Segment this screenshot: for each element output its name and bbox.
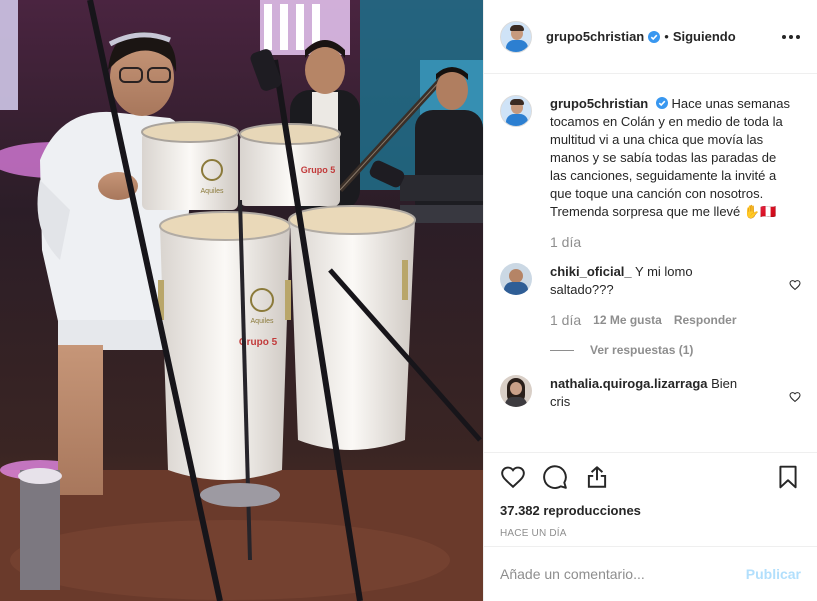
comment-username[interactable]: chiki_oficial_ <box>550 264 632 279</box>
post-panel: grupo5christian • Siguiendo grupo5christ… <box>483 0 817 601</box>
more-options-icon[interactable] <box>781 27 801 47</box>
comments-list[interactable]: grupo5christian Hace unas semanas tocamo… <box>484 75 817 452</box>
caption-verified-badge-icon <box>655 97 668 109</box>
post-video[interactable]: Aquiles Grupo 5 Aquiles Grupo 5 <box>0 0 483 601</box>
publish-button[interactable]: Publicar <box>746 566 801 582</box>
caption-avatar[interactable] <box>500 95 532 127</box>
logo-label: Grupo 5 <box>301 165 336 175</box>
like-comment-heart-icon[interactable] <box>789 279 801 291</box>
video-frame: Aquiles Grupo 5 Aquiles Grupo 5 <box>0 0 483 601</box>
author-avatar[interactable] <box>500 20 532 53</box>
view-replies-button[interactable]: Ver respuestas (1) <box>550 341 750 359</box>
view-replies-label: Ver respuestas (1) <box>590 343 694 357</box>
comment-username[interactable]: nathalia.quiroga.lizarraga <box>550 376 708 391</box>
comment-bubble-icon[interactable] <box>542 464 568 490</box>
save-bookmark-icon[interactable] <box>775 464 801 490</box>
following-button[interactable]: Siguiendo <box>673 29 736 44</box>
caption-username[interactable]: grupo5christian <box>550 96 648 111</box>
commenter-avatar[interactable] <box>500 263 532 295</box>
like-heart-icon[interactable] <box>500 464 526 490</box>
brand-label-front: Aquiles <box>251 318 274 325</box>
share-icon[interactable] <box>584 464 610 490</box>
caption-text: Hace unas semanas tocamos en Colán y en … <box>550 96 791 219</box>
commenter-avatar[interactable] <box>500 375 532 407</box>
author-username[interactable]: grupo5christian <box>546 29 644 44</box>
comment-item: nathalia.quiroga.lizarraga Bien cris <box>500 375 801 411</box>
caption: grupo5christian Hace unas semanas tocamo… <box>500 95 801 251</box>
caption-time[interactable]: 1 día <box>550 233 581 251</box>
comment-item: chiki_oficial_ Y mi lomo saltado??? 1 dí… <box>500 263 801 359</box>
post-timestamp[interactable]: Hace un día <box>500 528 801 539</box>
like-comment-heart-icon[interactable] <box>789 391 801 403</box>
add-comment-bar: Publicar <box>484 546 817 601</box>
verified-badge-icon <box>648 30 661 43</box>
views-count[interactable]: 37.382 reproducciones <box>500 503 801 518</box>
comment-likes[interactable]: 12 Me gusta <box>593 311 662 329</box>
brand-label: Aquiles <box>201 188 224 195</box>
comment-time[interactable]: 1 día <box>550 311 581 329</box>
post-header: grupo5christian • Siguiendo <box>484 0 817 74</box>
header-separator: • <box>664 29 669 44</box>
comment-input[interactable] <box>500 566 746 582</box>
reply-button[interactable]: Responder <box>674 311 737 329</box>
post-actions: 37.382 reproducciones Hace un día <box>484 452 817 546</box>
